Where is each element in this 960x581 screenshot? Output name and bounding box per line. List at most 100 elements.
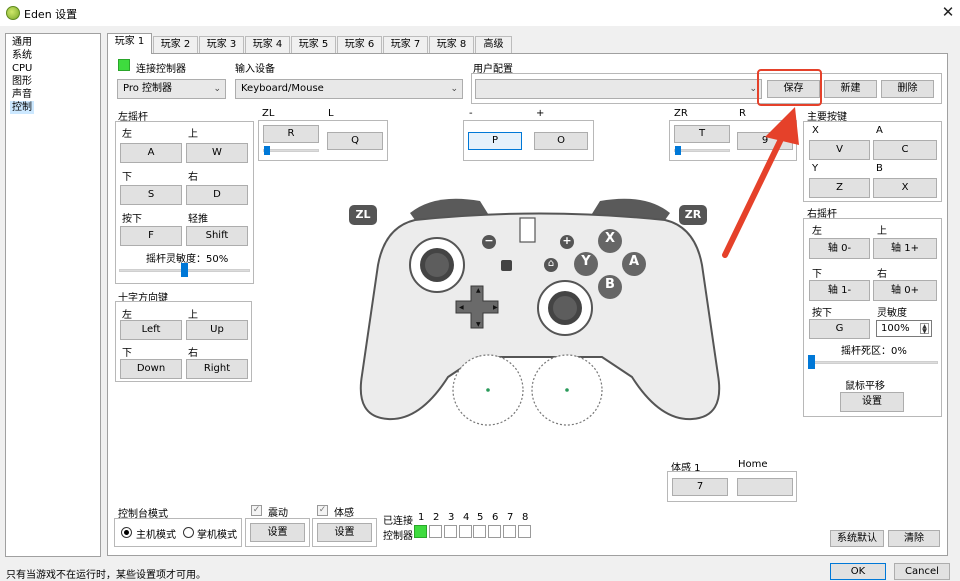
sidebar-item-cpu[interactable]: CPU bbox=[10, 62, 34, 75]
minus-icon: − bbox=[484, 234, 494, 247]
right-stick-up-button[interactable]: 轴 1+ bbox=[873, 238, 937, 259]
delete-profile-button[interactable]: 删除 bbox=[881, 80, 934, 98]
user-profile-select[interactable]: ⌄ bbox=[475, 79, 762, 99]
dpad-left-arrow-icon: ◀ bbox=[459, 304, 464, 311]
settings-sidebar: 通用 系统 CPU 图形 声音 控制 bbox=[5, 33, 101, 557]
motion-label: 体感 bbox=[334, 508, 354, 519]
left-stick-left-button[interactable]: A bbox=[120, 143, 182, 163]
player-8-connected-indicator[interactable] bbox=[518, 525, 531, 538]
tab-player-6[interactable]: 玩家 6 bbox=[337, 36, 382, 53]
cancel-button[interactable]: Cancel bbox=[894, 563, 950, 580]
player-6-connected-indicator[interactable] bbox=[488, 525, 501, 538]
left-stick-right-button[interactable]: D bbox=[186, 185, 248, 205]
player-number: 4 bbox=[463, 512, 470, 523]
player-number: 3 bbox=[448, 512, 455, 523]
dpad-up-button[interactable]: Up bbox=[186, 320, 248, 340]
player-5-connected-indicator[interactable] bbox=[473, 525, 486, 538]
y-button[interactable]: Z bbox=[809, 178, 870, 198]
handheld-mode-radio[interactable] bbox=[183, 527, 194, 538]
home-icon: ⌂ bbox=[547, 258, 555, 269]
tab-player-8[interactable]: 玩家 8 bbox=[429, 36, 474, 53]
input-device-value: Keyboard/Mouse bbox=[241, 83, 324, 94]
motion-settings-button[interactable]: 设置 bbox=[317, 523, 372, 542]
title-bar bbox=[0, 0, 960, 26]
annotation-arrow-icon bbox=[722, 107, 799, 258]
controller-type-select[interactable]: Pro 控制器 ⌄ bbox=[117, 79, 226, 99]
sidebar-item-general[interactable]: 通用 bbox=[10, 36, 34, 49]
tab-player-2[interactable]: 玩家 2 bbox=[153, 36, 198, 53]
right-stick-up-label: 上 bbox=[877, 226, 887, 237]
clear-button[interactable]: 清除 bbox=[888, 530, 940, 547]
a-button[interactable]: C bbox=[873, 140, 937, 160]
zl-button[interactable]: R bbox=[263, 125, 319, 143]
player-3-connected-indicator[interactable] bbox=[444, 525, 457, 538]
ok-button[interactable]: OK bbox=[830, 563, 886, 580]
vibration-checkbox[interactable]: ✓ bbox=[251, 505, 262, 516]
zl-label: ZL bbox=[262, 108, 275, 119]
l-button[interactable]: Q bbox=[327, 132, 383, 150]
right-stick-press-button[interactable]: G bbox=[809, 319, 870, 339]
left-stick-down-button[interactable]: S bbox=[120, 185, 182, 205]
slider-thumb[interactable] bbox=[181, 263, 188, 277]
b-face-icon: B bbox=[605, 277, 615, 292]
new-profile-button[interactable]: 新建 bbox=[824, 80, 877, 98]
right-stick-down-label: 下 bbox=[812, 269, 822, 280]
tab-advanced[interactable]: 高级 bbox=[475, 36, 512, 53]
right-stick-deadzone-label: 摇杆死区：0% bbox=[841, 346, 907, 357]
dpad-left-button[interactable]: Left bbox=[120, 320, 182, 340]
dpad-up-arrow-icon: ▲ bbox=[476, 287, 481, 294]
close-icon[interactable]: ✕ bbox=[938, 2, 958, 22]
player-number: 5 bbox=[477, 512, 484, 523]
sidebar-item-system[interactable]: 系统 bbox=[10, 49, 34, 62]
slider-thumb[interactable] bbox=[675, 146, 681, 155]
player-number: 7 bbox=[507, 512, 514, 523]
vibration-settings-button[interactable]: 设置 bbox=[250, 523, 305, 542]
controller-label: 控制器 bbox=[383, 531, 413, 542]
b-button[interactable]: X bbox=[873, 178, 937, 198]
dpad-right-button[interactable]: Right bbox=[186, 359, 248, 379]
motion1-button[interactable]: 7 bbox=[672, 478, 728, 496]
restore-defaults-button[interactable]: 系统默认 bbox=[830, 530, 884, 547]
tab-player-3[interactable]: 玩家 3 bbox=[199, 36, 244, 53]
tab-player-1[interactable]: 玩家 1 bbox=[107, 33, 152, 54]
left-stick-right-label: 右 bbox=[188, 172, 198, 183]
sidebar-item-graphics[interactable]: 图形 bbox=[10, 75, 34, 88]
minus-button[interactable]: P bbox=[468, 132, 522, 150]
tab-player-7[interactable]: 玩家 7 bbox=[383, 36, 428, 53]
spin-arrows-icon[interactable]: ▲ ▼ bbox=[920, 323, 929, 335]
input-device-select[interactable]: Keyboard/Mouse ⌄ bbox=[235, 79, 463, 99]
player-number: 1 bbox=[418, 512, 425, 523]
left-stick-up-button[interactable]: W bbox=[186, 143, 248, 163]
slider-thumb[interactable] bbox=[808, 355, 815, 369]
connect-controller-label: 连接控制器 bbox=[136, 64, 186, 75]
left-stick-press-button[interactable]: F bbox=[120, 226, 182, 246]
left-stick-modifier-button[interactable]: Shift bbox=[186, 226, 248, 246]
zr-label: ZR bbox=[674, 108, 688, 119]
player-7-connected-indicator[interactable] bbox=[503, 525, 516, 538]
right-stick-left-button[interactable]: 轴 0- bbox=[809, 238, 870, 259]
tab-player-4[interactable]: 玩家 4 bbox=[245, 36, 290, 53]
right-stick-sensitivity-spinbox[interactable]: 100% ▲ ▼ bbox=[876, 320, 932, 337]
connect-controller-checkbox[interactable] bbox=[118, 59, 130, 71]
player-4-connected-indicator[interactable] bbox=[459, 525, 472, 538]
left-stick-up-label: 上 bbox=[188, 129, 198, 140]
plus-button[interactable]: O bbox=[534, 132, 588, 150]
player-1-connected-indicator[interactable] bbox=[414, 525, 427, 538]
motion-checkbox[interactable]: ✓ bbox=[317, 505, 328, 516]
sidebar-item-controls[interactable]: 控制 bbox=[10, 101, 34, 114]
home-button[interactable] bbox=[737, 478, 793, 496]
right-stick-deadzone-slider[interactable] bbox=[808, 361, 938, 364]
docked-mode-label: 主机模式 bbox=[136, 530, 176, 541]
player-2-connected-indicator[interactable] bbox=[429, 525, 442, 538]
sidebar-item-audio[interactable]: 声音 bbox=[10, 88, 34, 101]
x-button[interactable]: V bbox=[809, 140, 870, 160]
right-stick-down-button[interactable]: 轴 1- bbox=[809, 280, 870, 301]
tab-player-5[interactable]: 玩家 5 bbox=[291, 36, 336, 53]
zr-badge: ZR bbox=[679, 205, 707, 225]
mouse-panning-settings-button[interactable]: 设置 bbox=[840, 392, 904, 412]
dpad-down-button[interactable]: Down bbox=[120, 359, 182, 379]
slider-thumb[interactable] bbox=[264, 146, 270, 155]
zl-threshold-slider[interactable] bbox=[263, 149, 319, 152]
docked-mode-radio[interactable] bbox=[121, 527, 132, 538]
right-stick-right-button[interactable]: 轴 0+ bbox=[873, 280, 937, 301]
